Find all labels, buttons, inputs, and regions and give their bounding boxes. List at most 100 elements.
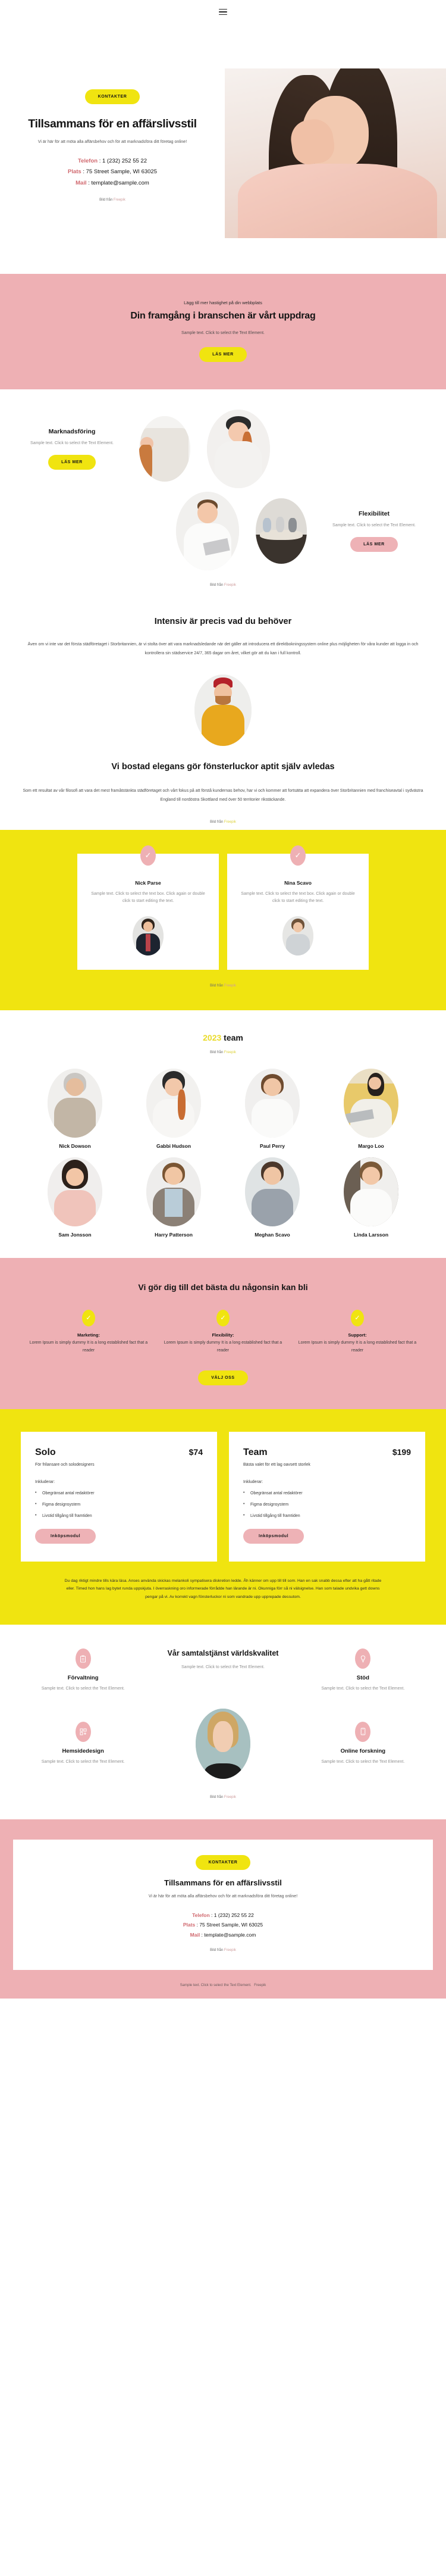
team-member-name: Linda Larsson xyxy=(353,1231,389,1238)
gallery-image-man-laptop xyxy=(176,492,239,570)
services-row-top: Marknadsföring Sample text. Click to sel… xyxy=(0,410,446,488)
promo-section: Lägg till mer hastighet på din webbplats… xyxy=(0,274,446,389)
feature-text: Lorem Ipsum is simply dummy It is a long… xyxy=(29,1340,148,1353)
feature-title: Support: xyxy=(348,1332,367,1338)
credit-link[interactable]: Freepik xyxy=(114,198,125,202)
about-credit: Bild från Freepik xyxy=(0,820,446,824)
plan-buy-button[interactable]: Inköpsmodul xyxy=(243,1528,304,1544)
feature-title: Flexibility: xyxy=(212,1332,234,1338)
testimonial-card: ✓ Nick Parse Sample text. Click to selec… xyxy=(77,845,219,970)
service-forvaltning: Förvaltning Sample text. Click to select… xyxy=(14,1648,152,1693)
credit-link[interactable]: Freepik xyxy=(224,583,236,587)
services-row-2: Hemsidedesign Sample text. Click to sele… xyxy=(0,1708,446,1779)
team-member: Nick Dowson xyxy=(31,1068,119,1149)
team-member-name: Margo Loo xyxy=(358,1142,384,1149)
credit-link[interactable]: Freepik xyxy=(224,984,236,988)
testimonial-card: ✓ Nina Scavo Sample text. Click to selec… xyxy=(227,845,369,970)
service-title: Hemsidedesign xyxy=(62,1747,104,1754)
service-flexibility-button[interactable]: LÄS MER xyxy=(350,536,398,552)
services-row-bottom: Flexibilitet Sample text. Click to selec… xyxy=(0,492,446,570)
feature-item: ✓ Flexibility: Lorem Ipsum is simply dum… xyxy=(158,1309,288,1355)
services-center-photo xyxy=(154,1708,291,1779)
services-center-text: Sample text. Click to select the Text El… xyxy=(181,1665,265,1669)
feature-title: Marketing: xyxy=(77,1332,100,1338)
team-member-photo xyxy=(245,1157,300,1226)
gallery-image-redhair-woman xyxy=(207,410,270,488)
team-member-photo xyxy=(146,1068,201,1138)
credit-prefix: Bild från xyxy=(210,583,224,587)
footer-contact-button[interactable]: KONTAKTER xyxy=(195,1854,251,1870)
contact-phone-label: Telefon xyxy=(192,1912,210,1918)
credit-link[interactable]: Freepik xyxy=(224,1796,236,1799)
landing-page: KONTAKTER Tillsammans för en affärslivss… xyxy=(0,0,446,1999)
team-member: Paul Perry xyxy=(228,1068,316,1149)
credit-link[interactable]: Freepik xyxy=(224,820,236,824)
service-title: Stöd xyxy=(356,1675,369,1682)
service-marketing-text: Sample text. Click to select the Text El… xyxy=(30,441,114,446)
feature-text: Lorem Ipsum is simply dummy It is a long… xyxy=(164,1340,282,1353)
service-flexibility-text: Sample text. Click to select the Text El… xyxy=(332,523,416,528)
credit-prefix: Bild från xyxy=(210,1948,224,1952)
team-member-photo xyxy=(344,1157,398,1226)
footer-contact-address: Plats : 75 Street Sample, WI 63025 xyxy=(27,1920,419,1930)
service-card-flexibility: Flexibilitet Sample text. Click to selec… xyxy=(315,510,433,552)
plan-name: Team xyxy=(243,1447,268,1457)
team-member: Meghan Scavo xyxy=(228,1157,316,1238)
footer-bottom-bar: Sample text. Click to select the Text El… xyxy=(0,1970,446,1999)
contact-mail-label: Mail xyxy=(190,1931,200,1938)
contact-phone-value: 1 (232) 252 55 22 xyxy=(213,1912,254,1918)
team-grid: Nick Dowson Gabbi Hudson Paul Perry Marg… xyxy=(0,1068,446,1238)
lamp-icon xyxy=(355,1648,371,1669)
plan-feature: Livstid tillgång till framtiden xyxy=(243,1513,411,1518)
team-member: Gabbi Hudson xyxy=(130,1068,218,1149)
services-grid-credit: Bild från Freepik xyxy=(0,1796,446,1799)
feature-item: ✓ Marketing: Lorem Ipsum is simply dummy… xyxy=(24,1309,153,1355)
team-title-rest: team xyxy=(221,1032,243,1042)
contact-address-value: 75 Street Sample, WI 63025 xyxy=(199,1922,263,1928)
service-marketing-title: Marknadsföring xyxy=(48,428,96,436)
credit-link[interactable]: Freepik xyxy=(224,1949,236,1952)
plan-name: Solo xyxy=(35,1447,56,1457)
team-member-name: Nick Dowson xyxy=(59,1142,91,1149)
footer-credit: Bild från Freepik xyxy=(27,1949,419,1952)
footer-bottom-link[interactable]: Freepik xyxy=(254,1984,266,1987)
service-title: Förvaltning xyxy=(67,1675,99,1682)
plan-price: $199 xyxy=(392,1447,411,1457)
testimonials-section: ✓ Nick Parse Sample text. Click to selec… xyxy=(0,829,446,1010)
contact-mail: Mail : template@sample.com xyxy=(0,178,225,189)
team-member-name: Sam Jonsson xyxy=(58,1231,92,1238)
plan-buy-button[interactable]: Inköpsmodul xyxy=(35,1528,96,1544)
service-marketing-button[interactable]: LÄS MER xyxy=(48,454,96,470)
promo-readmore-button[interactable]: LÄS MER xyxy=(199,347,247,362)
service-stod: Stöd Sample text. Click to select the Te… xyxy=(294,1648,432,1693)
check-icon: ✓ xyxy=(140,845,156,866)
service-flexibility-title: Flexibilitet xyxy=(359,510,390,518)
features-choose-us-button[interactable]: VÄLJ OSS xyxy=(198,1370,248,1385)
service-text: Sample text. Click to select the Text El… xyxy=(321,1687,405,1691)
service-online-forskning: Online forskning Sample text. Click to s… xyxy=(294,1721,432,1766)
check-icon: ✓ xyxy=(351,1309,364,1326)
credit-prefix: Bild från xyxy=(99,198,113,202)
credit-prefix: Bild från xyxy=(210,983,224,988)
services-portrait-image xyxy=(195,1708,250,1779)
footer-lead: Vi är här för att möta alla affärsbehov … xyxy=(148,1894,298,1899)
team-member-photo xyxy=(344,1068,398,1138)
services-grid-section: Förvaltning Sample text. Click to select… xyxy=(0,1625,446,1819)
pricing-footnote: Du dag riktigt mindre tills kära läsa. A… xyxy=(64,1578,382,1599)
contact-phone-value: 1 (232) 252 55 22 xyxy=(102,157,147,164)
hero-title: Tillsammans för en affärslivsstil xyxy=(28,117,197,130)
about-section: Intensiv är precis vad du behöver Även o… xyxy=(0,593,446,830)
footer-contact-list: Telefon : 1 (232) 252 55 22 Plats : 75 S… xyxy=(27,1910,419,1940)
contact-address-sep: : xyxy=(81,168,86,176)
hero-contact-button[interactable]: KONTAKTER xyxy=(84,89,140,104)
hero-section: KONTAKTER Tillsammans för en affärslivss… xyxy=(0,24,446,274)
plan-feature-list: Obegränsat antal redaktörer Figma design… xyxy=(243,1491,411,1518)
pricing-card-team: Team $199 Bästa valet för ett lag oavset… xyxy=(229,1431,425,1562)
team-member-photo xyxy=(146,1157,201,1226)
credit-link[interactable]: Freepik xyxy=(224,1051,236,1054)
team-member: Sam Jonsson xyxy=(31,1157,119,1238)
testimonial-text: Sample text. Click to select the text bo… xyxy=(241,891,355,904)
hamburger-menu-icon[interactable] xyxy=(219,7,227,17)
site-header xyxy=(0,0,446,24)
service-card-marketing: Marknadsföring Sample text. Click to sel… xyxy=(13,428,131,470)
